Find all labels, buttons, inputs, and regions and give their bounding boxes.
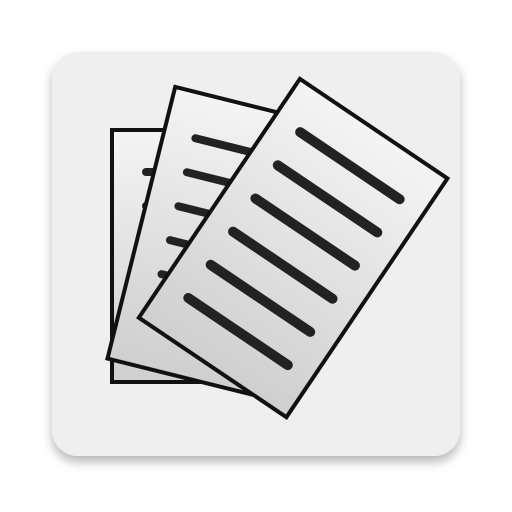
document-stack-icon[interactable] [0,0,512,512]
app-icon-canvas [0,0,512,512]
